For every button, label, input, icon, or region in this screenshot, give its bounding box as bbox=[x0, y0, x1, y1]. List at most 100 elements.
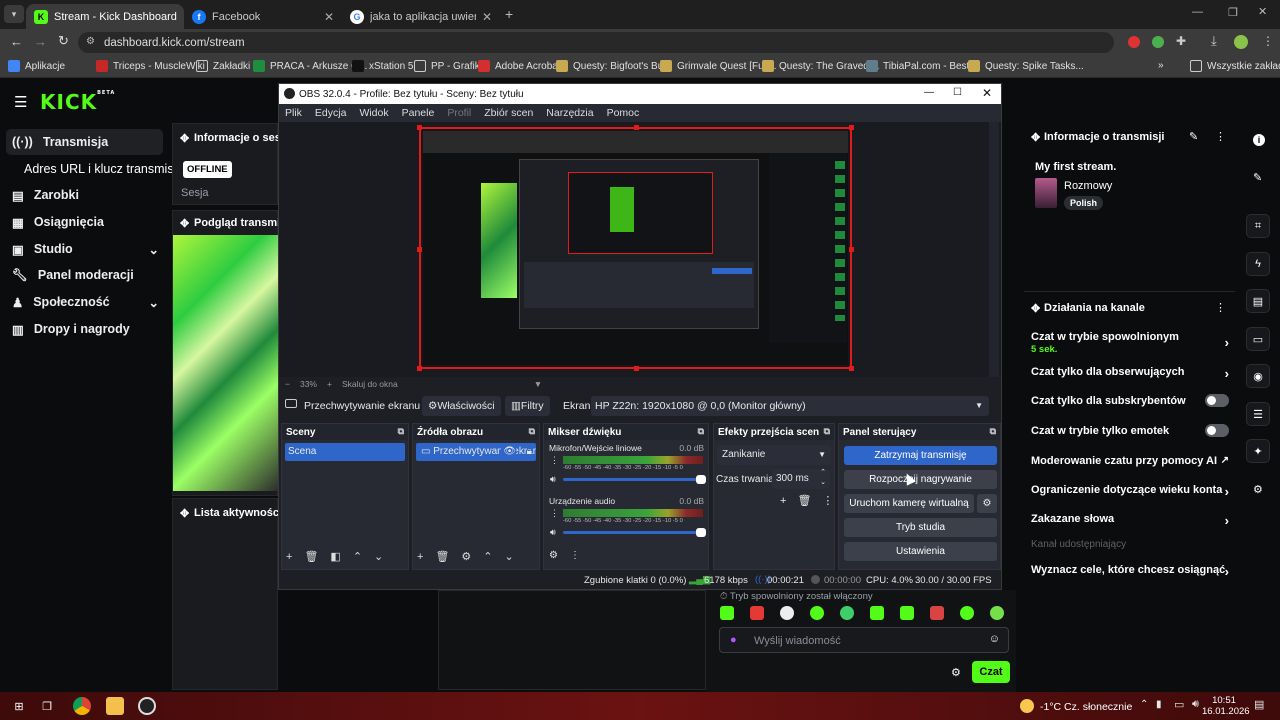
drag-handle-icon[interactable]: ✥ bbox=[1031, 302, 1040, 315]
goals-option[interactable]: Wyznacz cele, które chcesz osiągnąć › bbox=[1031, 564, 1229, 579]
emote-only-toggle[interactable] bbox=[1205, 424, 1229, 437]
chat-message-input[interactable]: ● Wyślij wiadomość ☺ bbox=[719, 627, 1009, 653]
bookmark-item[interactable]: Grimvale Quest [Full... bbox=[660, 60, 776, 72]
browser-menu-icon[interactable]: ⋮ bbox=[1262, 34, 1274, 48]
forward-button[interactable]: → bbox=[34, 34, 47, 49]
resize-handle[interactable] bbox=[849, 366, 854, 371]
emoji-picker-icon[interactable]: ☺ bbox=[989, 633, 1000, 645]
emote-icon[interactable] bbox=[780, 606, 794, 620]
start-virtual-camera-button[interactable]: Uruchom kamerę wirtualną bbox=[844, 494, 974, 513]
tab-list-button[interactable]: ▾ bbox=[4, 5, 24, 23]
move-up-button[interactable]: ⌃ bbox=[483, 550, 492, 563]
task-view-icon[interactable]: ❐ bbox=[38, 697, 56, 715]
bookmark-item[interactable]: Triceps - MuscleWiki bbox=[96, 60, 205, 72]
extension-icon[interactable] bbox=[1152, 36, 1164, 48]
window-minimize-button[interactable]: — bbox=[1192, 6, 1203, 18]
network-icon[interactable]: ▭ bbox=[1174, 698, 1184, 711]
remove-scene-button[interactable]: 🗑︎ bbox=[304, 550, 318, 563]
emote-icon[interactable] bbox=[720, 606, 734, 620]
duration-input[interactable]: 300 ms ⌃ ⌄ bbox=[772, 469, 830, 489]
edit-pencil-icon[interactable]: ✎ bbox=[1189, 130, 1198, 143]
volume-slider-handle[interactable] bbox=[696, 475, 706, 484]
chrome-icon[interactable] bbox=[73, 697, 91, 715]
more-options-icon[interactable]: ⋮ bbox=[1215, 301, 1226, 314]
obs-capture-frame[interactable] bbox=[417, 125, 854, 371]
emote-icon[interactable] bbox=[930, 606, 944, 620]
resize-handle[interactable] bbox=[634, 125, 639, 130]
obs-maximize-button[interactable]: ☐ bbox=[953, 87, 962, 98]
category-name[interactable]: Rozmowy bbox=[1064, 180, 1112, 192]
chat-send-button[interactable]: Czat bbox=[972, 661, 1010, 683]
drag-handle-icon[interactable]: ✥ bbox=[180, 217, 189, 230]
ai-moderation-option[interactable]: Moderowanie czatu przy pomocy AI ↗ bbox=[1031, 455, 1229, 467]
sidebar-tool-broadcast-icon[interactable]: ◉ bbox=[1246, 364, 1270, 388]
tray-overflow-icon[interactable]: ⌃ bbox=[1140, 699, 1148, 710]
back-button[interactable]: ← bbox=[10, 34, 23, 49]
emote-icon[interactable] bbox=[750, 606, 764, 620]
emote-icon[interactable] bbox=[870, 606, 884, 620]
resize-handle[interactable] bbox=[417, 247, 422, 252]
zoom-dropdown-icon[interactable]: ▼ bbox=[534, 379, 542, 389]
screen-select[interactable]: HP Z22n: 1920x1080 @ 0,0 (Monitor główny… bbox=[591, 396, 989, 416]
sidebar-tool-wrench-icon[interactable]: ✦ bbox=[1246, 439, 1270, 463]
channel-menu-icon[interactable]: ⋮ bbox=[550, 508, 559, 519]
reload-button[interactable]: ↻ bbox=[58, 33, 69, 49]
dock-float-icon[interactable]: ⧉ bbox=[824, 426, 830, 437]
remove-source-button[interactable]: 🗑︎ bbox=[435, 550, 449, 563]
source-properties-button[interactable]: ⚙ bbox=[461, 550, 471, 563]
usb-icon[interactable]: ▮ bbox=[1156, 699, 1162, 710]
emote-icon[interactable] bbox=[900, 606, 914, 620]
sidebar-tool-clipboard-icon[interactable]: ▤ bbox=[1246, 289, 1270, 313]
source-item[interactable]: ▭ Przechwytywanie ekranu 👁︎ 🔒︎ bbox=[416, 443, 536, 461]
obs-minimize-button[interactable]: — bbox=[924, 87, 934, 98]
mute-speaker-icon[interactable]: 🔊︎ bbox=[550, 474, 556, 485]
edit-pencil-icon[interactable]: ✎ bbox=[1253, 171, 1262, 184]
banned-words-option[interactable]: Zakazane słowa › bbox=[1031, 513, 1229, 528]
menu-edycja[interactable]: Edycja bbox=[315, 107, 347, 119]
resize-handle[interactable] bbox=[849, 247, 854, 252]
slow-mode-option[interactable]: Czat w trybie spowolnionym 5 sek. › bbox=[1031, 331, 1229, 357]
menu-plik[interactable]: Plik bbox=[285, 107, 302, 119]
downloads-icon[interactable]: ⤓ bbox=[1211, 33, 1217, 49]
zoom-in-button[interactable]: + bbox=[327, 379, 332, 389]
account-age-option[interactable]: Ograniczenie dotyczące wieku konta › bbox=[1031, 484, 1229, 499]
add-transition-button[interactable]: + bbox=[780, 495, 786, 507]
extension-icon[interactable] bbox=[1128, 36, 1140, 48]
menu-zbior-scen[interactable]: Zbiór scen bbox=[484, 107, 533, 119]
subscribers-only-toggle[interactable] bbox=[1205, 394, 1229, 407]
bookmarks-overflow-icon[interactable]: » bbox=[1158, 60, 1164, 71]
followers-only-option[interactable]: Czat tylko dla obserwujących › bbox=[1031, 366, 1229, 381]
bookmark-item[interactable]: Aplikacje bbox=[8, 60, 65, 72]
menu-narzedzia[interactable]: Narzędzia bbox=[546, 107, 593, 119]
menu-pomoc[interactable]: Pomoc bbox=[607, 107, 640, 119]
resize-handle[interactable] bbox=[417, 366, 422, 371]
emote-icon[interactable] bbox=[840, 606, 854, 620]
sidebar-tool-layers-icon[interactable]: ☰ bbox=[1246, 402, 1270, 426]
window-close-button[interactable]: ✕ bbox=[1258, 5, 1267, 18]
stop-streaming-button[interactable]: Zatrzymaj transmisję bbox=[844, 446, 997, 465]
nav-item-transmisja[interactable]: ((·)) Transmisja bbox=[0, 129, 108, 155]
bookmark-item[interactable]: Questy: Bigfoot's Bu... bbox=[556, 60, 672, 72]
drag-handle-icon[interactable]: ✥ bbox=[1031, 131, 1040, 144]
sidebar-tool-bolt-icon[interactable]: ϟ bbox=[1246, 252, 1270, 276]
add-scene-button[interactable]: + bbox=[286, 551, 292, 563]
move-down-button[interactable]: ⌄ bbox=[505, 550, 514, 563]
address-bar[interactable]: ⚙ dashboard.kick.com/stream bbox=[78, 32, 1114, 53]
spinner-icon[interactable]: ⌃ ⌄ bbox=[820, 468, 826, 488]
all-bookmarks-folder[interactable]: Wszystkie zakładki bbox=[1190, 60, 1280, 72]
emote-icon[interactable] bbox=[990, 606, 1004, 620]
filters-button[interactable]: ▥Filtry bbox=[505, 396, 550, 416]
menu-panele[interactable]: Panele bbox=[402, 107, 435, 119]
scene-item[interactable]: Scena bbox=[285, 443, 405, 461]
mixer-menu-icon[interactable]: ⋮ bbox=[570, 550, 580, 561]
emote-icon[interactable] bbox=[810, 606, 824, 620]
transition-menu-icon[interactable]: ⋮ bbox=[822, 494, 833, 507]
channel-menu-icon[interactable]: ⋮ bbox=[550, 455, 559, 466]
nav-item-stream-key[interactable]: Adres URL i klucz transmisji bbox=[0, 156, 179, 182]
nav-item-dropy[interactable]: ▥ Dropy i nagrody bbox=[0, 316, 130, 342]
nav-item-spolecznosc[interactable]: ♟ Społeczność ⌄ bbox=[0, 289, 165, 315]
dock-float-icon[interactable]: ⧉ bbox=[529, 426, 535, 437]
resize-handle[interactable] bbox=[417, 125, 422, 130]
volume-slider[interactable] bbox=[563, 475, 706, 484]
bookmark-item[interactable]: Adobe Acrobat bbox=[478, 60, 561, 72]
